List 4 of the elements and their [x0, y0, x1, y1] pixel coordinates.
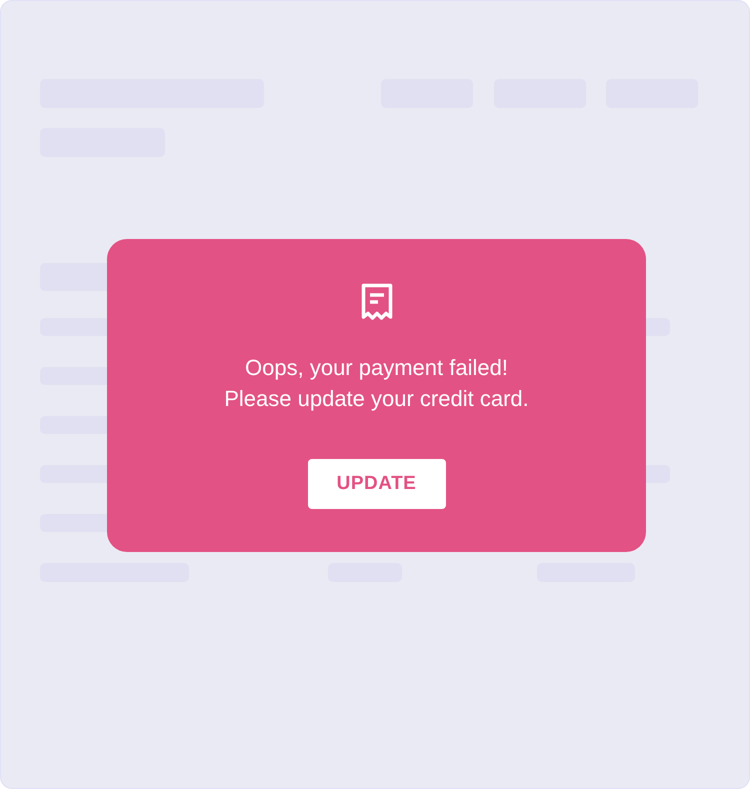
dialog-message: Oops, your payment failed! — [245, 354, 508, 382]
dialog-message: Please update your credit card. — [224, 385, 529, 413]
update-button[interactable]: UPDATE — [308, 459, 446, 509]
receipt-icon — [360, 283, 392, 321]
